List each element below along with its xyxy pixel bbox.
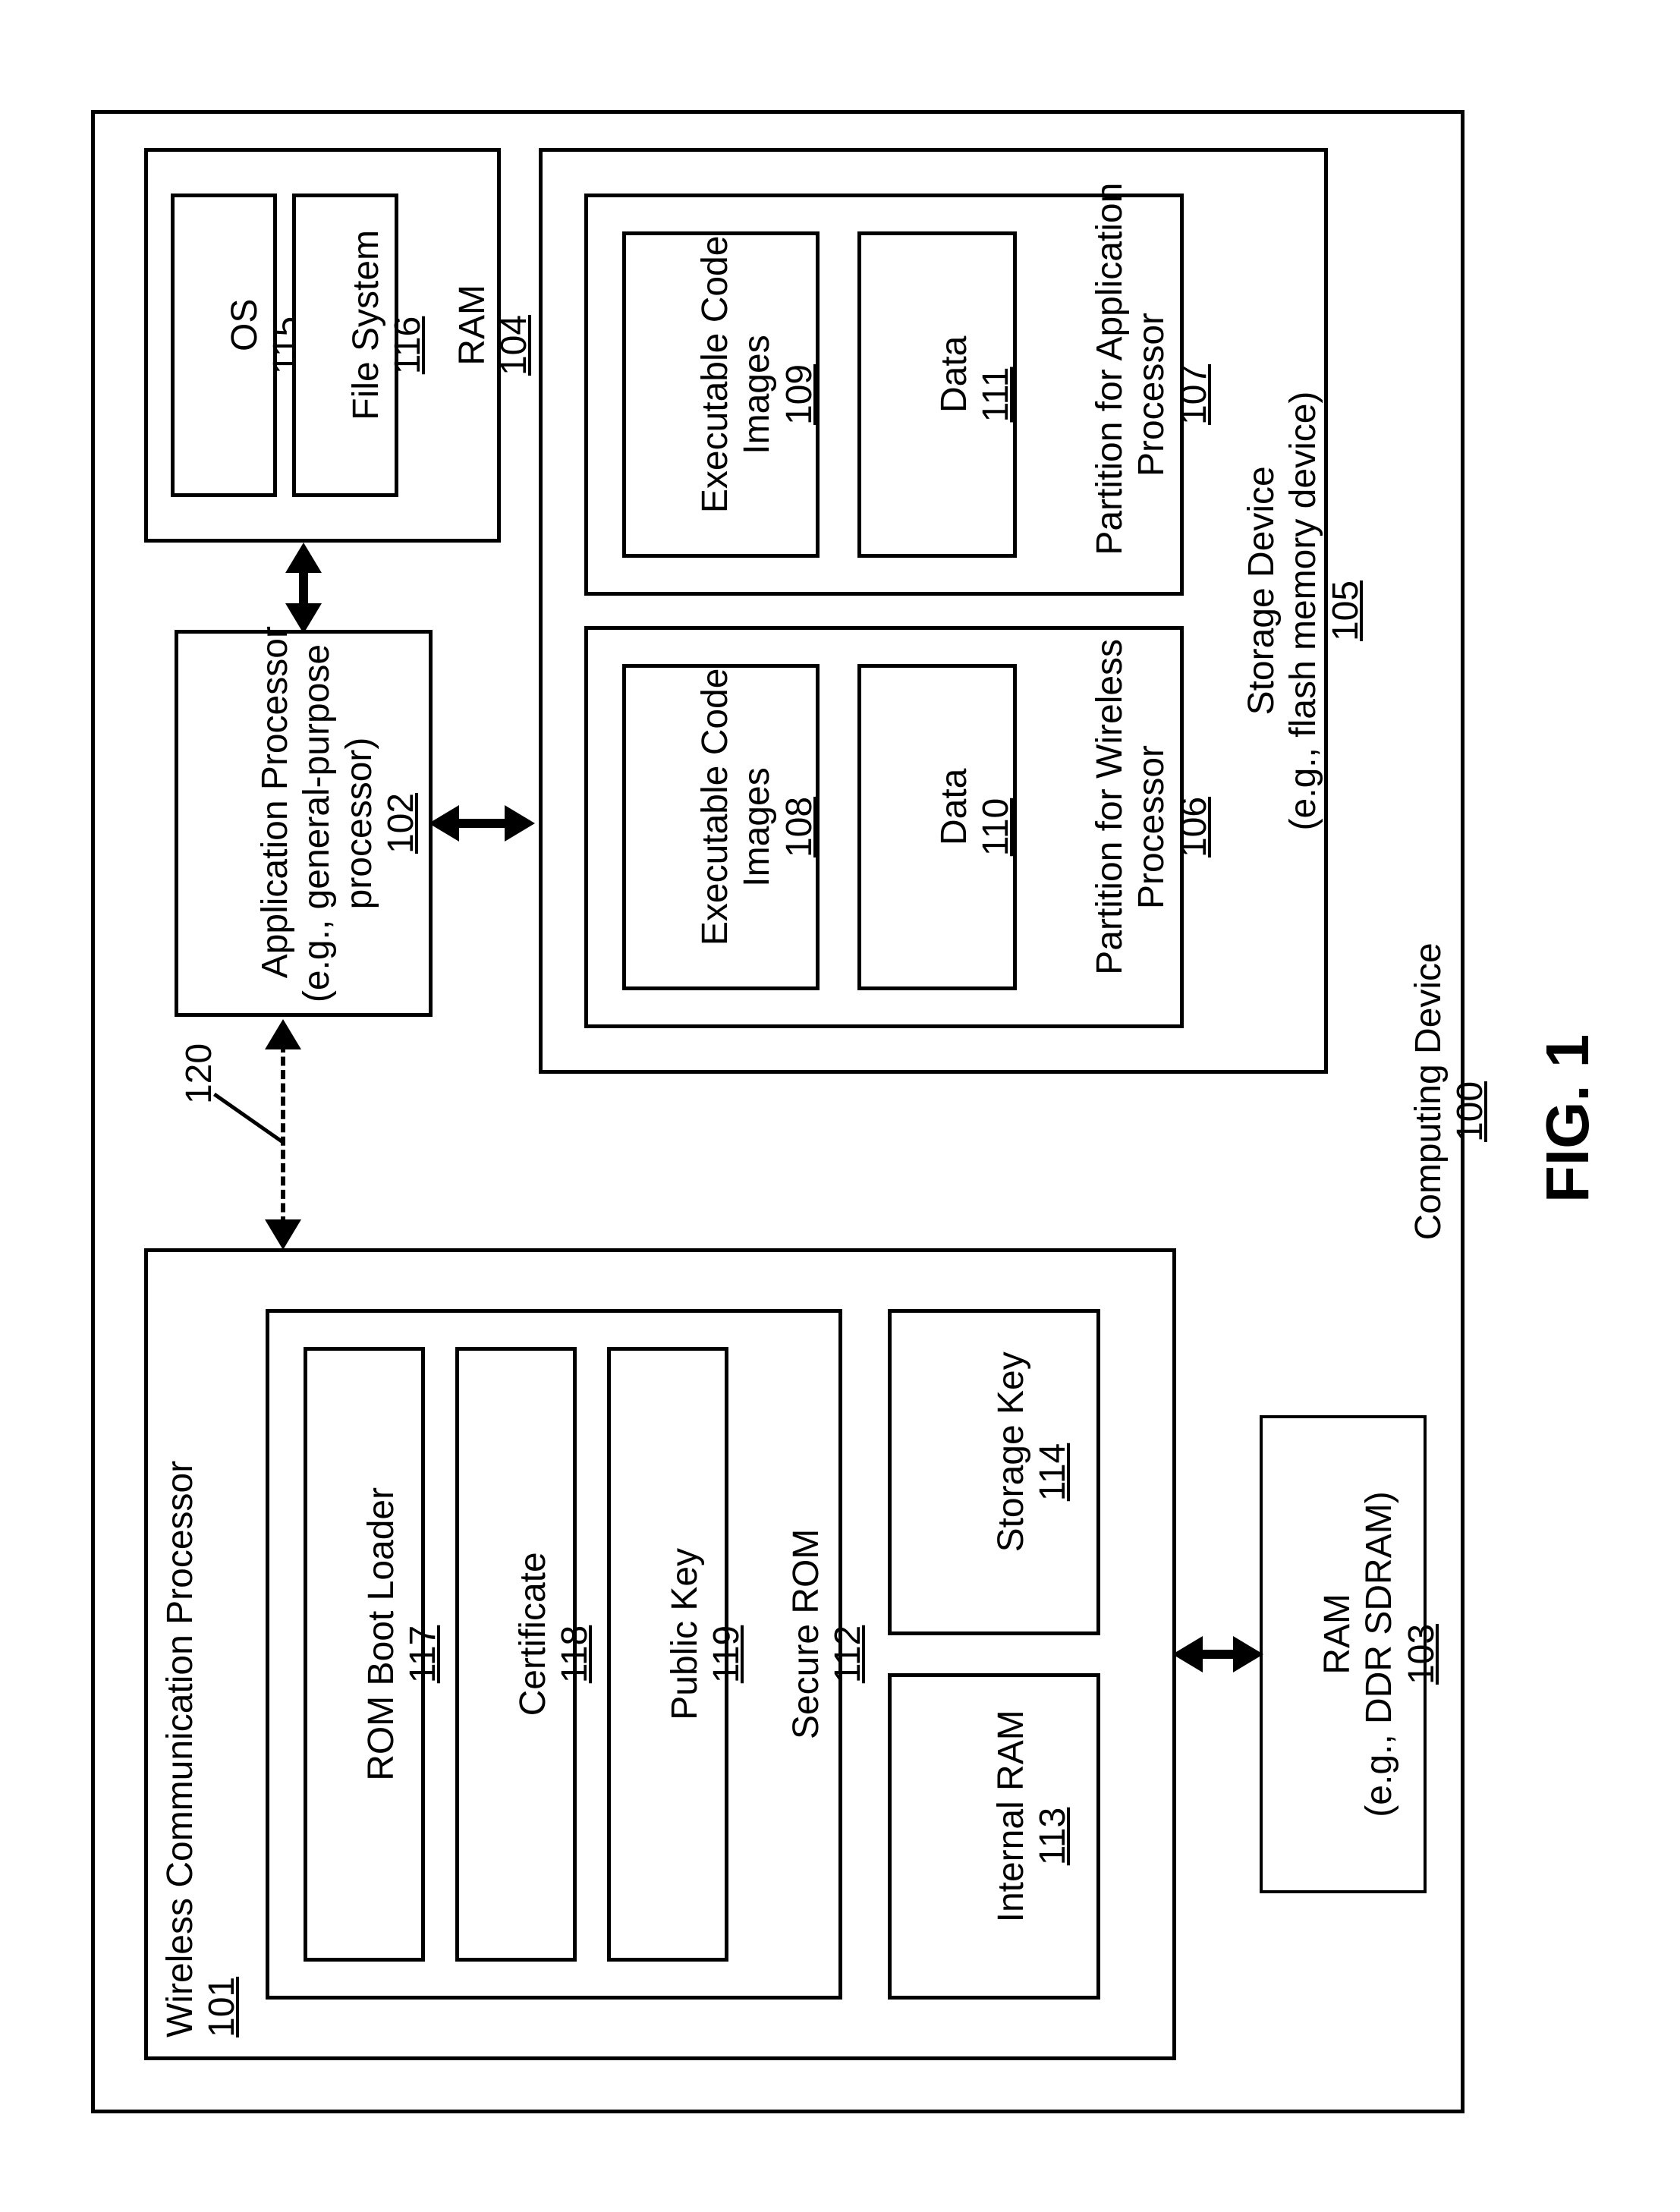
partition-app-label: Partition for Application Processor107 [1047,194,1257,596]
wireless-comm-processor-label: Wireless Communication Processor101 [159,1279,243,2037]
figure-label: FIG. 1 [1533,1034,1603,1203]
data-111-label: Data111 [892,231,1059,558]
link-120-head-left [265,1219,301,1250]
arrow-ap-storage-head-down [505,805,535,842]
public-key-label: Public Key119 [622,1347,790,1962]
exec-109-label: Executable Code Images109 [653,231,862,558]
link-120-line [281,1043,285,1226]
exec-108-label: Executable Code Images108 [653,664,862,990]
arrow-ap-ram104-head-right [285,543,322,573]
application-processor-label: Application Processor (e.g., general-pur… [212,630,464,1017]
arrow-ap-storage-head-up [429,805,459,842]
arrow-ap-storage [451,819,512,828]
internal-ram-label: Internal RAM113 [949,1673,1116,2000]
partition-wireless-label: Partition for Wireless Processor106 [1047,626,1257,1028]
data-110-label: Data110 [892,664,1059,990]
arrow-wcp-ram-head-up [1172,1636,1203,1672]
file-system-label: File System116 [304,194,471,497]
external-ram-label: RAM (e.g., DDR SDRAM)103 [1275,1415,1484,1893]
link-120-label: 120 [178,1028,220,1119]
link-120-head-right [265,1019,301,1049]
arrow-ap-ram104-head-left [285,603,322,634]
diagram-canvas: Computing Device100 Wireless Communicati… [0,0,1680,2212]
storage-key-label: Storage Key114 [949,1309,1116,1635]
arrow-wcp-ram-head-down [1233,1636,1263,1672]
